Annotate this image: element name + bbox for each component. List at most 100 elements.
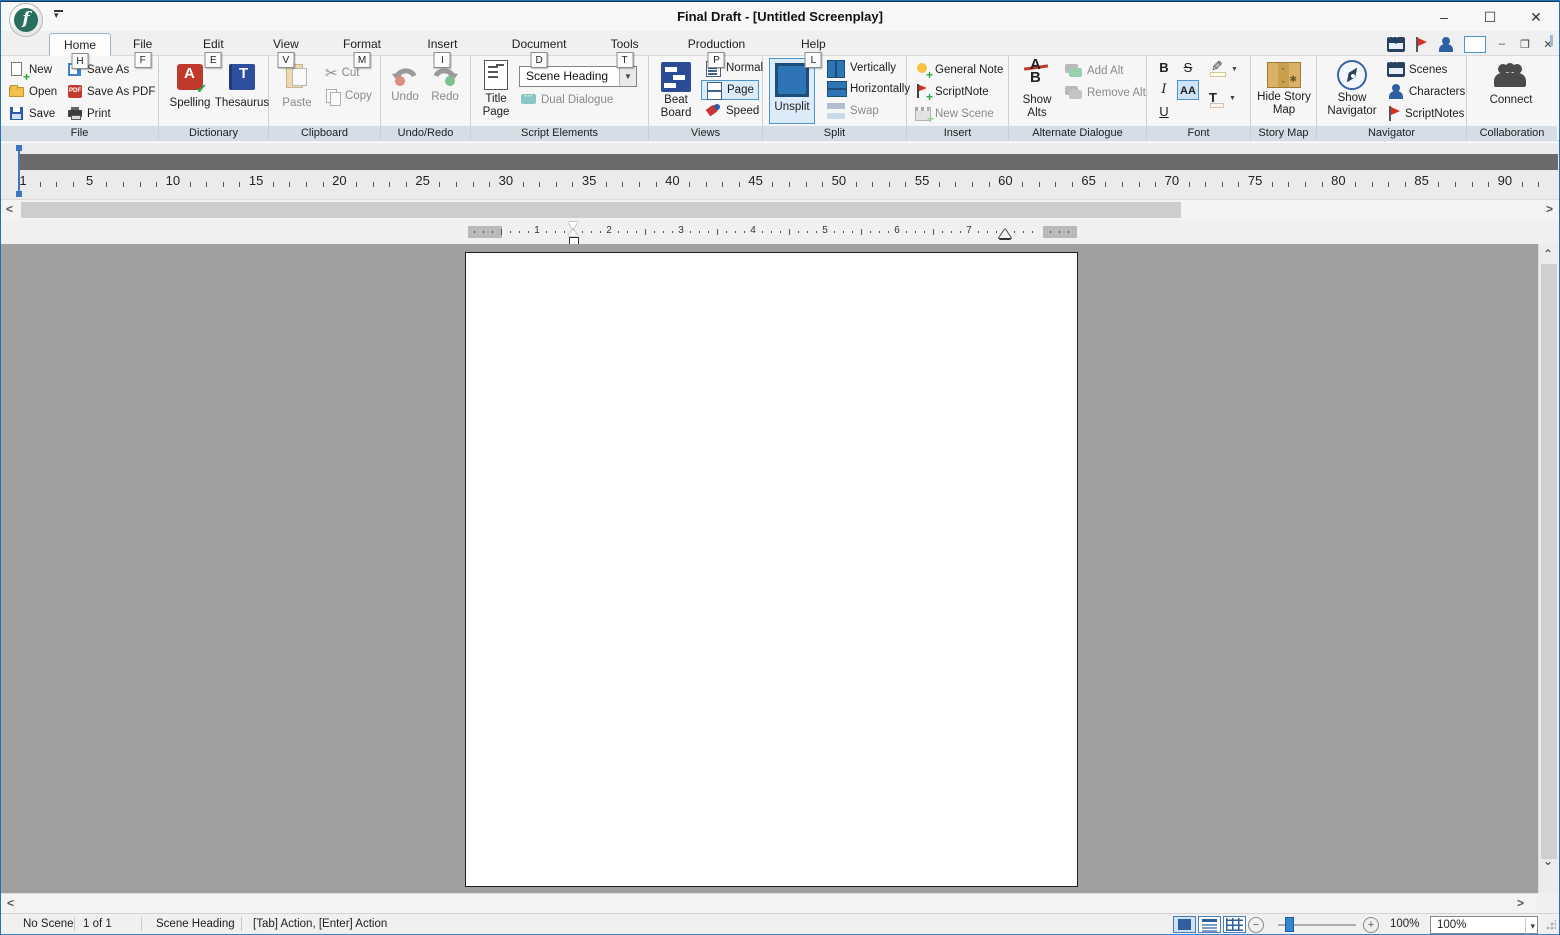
split-vertically-button[interactable]: Vertically bbox=[823, 59, 900, 78]
undo-button[interactable]: Undo bbox=[387, 64, 423, 104]
ruler-tick bbox=[405, 182, 407, 187]
open-button[interactable]: Open bbox=[9, 84, 57, 100]
navigator-scenes-button[interactable]: Scenes bbox=[1387, 57, 1447, 77]
save-as-pdf-button[interactable]: Save As PDF bbox=[67, 84, 155, 100]
right-margin-marker[interactable] bbox=[999, 229, 1011, 238]
navigator-characters-button[interactable]: Characters bbox=[1387, 84, 1465, 99]
split-horizontally-button[interactable]: Horizontally bbox=[823, 80, 914, 98]
redo-button[interactable]: Redo bbox=[427, 64, 463, 104]
speed-view-button[interactable]: Speed bbox=[701, 102, 763, 120]
tab-document[interactable]: Document D bbox=[498, 33, 581, 68]
zoom-in-button[interactable]: + bbox=[1363, 917, 1379, 933]
title-bar: Final Draft - [Untitled Screenplay] – ☐ … bbox=[1, 1, 1559, 31]
screenplay-page[interactable] bbox=[465, 252, 1078, 887]
tab-help[interactable]: Help L bbox=[787, 33, 840, 68]
vertical-scrollbar[interactable]: ⌃ ⌄ bbox=[1538, 244, 1558, 893]
connect-button[interactable]: Connect bbox=[1481, 64, 1541, 107]
page-ruler-tick bbox=[1014, 231, 1015, 233]
add-alt-button[interactable]: Add Alt bbox=[1065, 64, 1123, 78]
resize-grip[interactable] bbox=[1546, 920, 1556, 930]
scroll-up-icon[interactable]: ⌃ bbox=[1543, 247, 1553, 261]
scriptnotes-panel-icon[interactable] bbox=[1414, 36, 1428, 52]
scroll-down-icon[interactable]: ⌄ bbox=[1543, 854, 1553, 868]
tab-tools[interactable]: Tools T bbox=[597, 33, 653, 68]
quick-access-customize-icon[interactable] bbox=[53, 10, 65, 22]
tab-production[interactable]: Production P bbox=[674, 33, 759, 68]
scriptnote-button[interactable]: ScriptNote bbox=[915, 84, 989, 104]
navigator-toggle-icon[interactable] bbox=[1464, 35, 1486, 53]
text-color-button[interactable]: T ▼ bbox=[1209, 90, 1236, 108]
vertical-scrollbar-thumb[interactable] bbox=[1541, 264, 1557, 859]
zoom-level-select[interactable]: 100% bbox=[1430, 916, 1538, 934]
ruler-tick bbox=[389, 182, 391, 187]
new-scene-button[interactable]: New Scene bbox=[915, 106, 994, 126]
show-navigator-button[interactable]: Show Navigator bbox=[1321, 60, 1383, 118]
ruler-tick bbox=[888, 182, 890, 187]
caps-button[interactable]: AA bbox=[1177, 80, 1199, 100]
strikethrough-button[interactable]: S bbox=[1177, 58, 1199, 78]
bold-button[interactable]: B bbox=[1153, 58, 1175, 78]
underline-button[interactable]: U bbox=[1153, 102, 1175, 122]
page-ruler-tick bbox=[798, 231, 799, 233]
title-page-button[interactable]: Title Page bbox=[479, 60, 513, 119]
status-grid-view-button[interactable] bbox=[1223, 916, 1246, 933]
remove-alt-button[interactable]: Remove Alt bbox=[1065, 86, 1146, 100]
navigator-scriptnotes-button[interactable]: ScriptNotes bbox=[1387, 106, 1464, 121]
document-horizontal-scrollbar[interactable]: < > bbox=[1, 893, 1538, 913]
group-label-split: Split bbox=[763, 126, 906, 141]
dropdown-arrow-icon[interactable]: ▼ bbox=[1231, 66, 1238, 73]
dropdown-arrow-icon[interactable]: ▼ bbox=[1229, 95, 1236, 102]
status-normal-view-button[interactable] bbox=[1198, 916, 1221, 933]
tab-view[interactable]: View V bbox=[259, 33, 313, 68]
scroll-right-icon[interactable]: > bbox=[1546, 202, 1553, 216]
tab-insert[interactable]: Insert I bbox=[413, 33, 471, 68]
dual-dialogue-button[interactable]: Dual Dialogue bbox=[521, 91, 613, 106]
zoom-out-button[interactable]: − bbox=[1248, 917, 1264, 933]
zoom-slider-thumb[interactable] bbox=[1285, 917, 1294, 932]
tab-edit[interactable]: Edit E bbox=[189, 33, 238, 68]
show-alts-button[interactable]: AB Show Alts bbox=[1017, 57, 1057, 120]
beat-board-button[interactable]: Beat Board bbox=[655, 62, 697, 120]
ruler-tick bbox=[1404, 182, 1406, 187]
highlight-color-button[interactable]: ▼ bbox=[1209, 62, 1238, 77]
paste-button[interactable]: Paste bbox=[275, 62, 319, 110]
ruler-tick bbox=[106, 182, 108, 187]
cursor-position-marker[interactable] bbox=[16, 145, 22, 197]
print-button[interactable]: Print bbox=[67, 106, 111, 122]
italic-button[interactable]: I bbox=[1153, 80, 1175, 100]
tab-format[interactable]: Format M bbox=[329, 33, 395, 68]
spelling-button[interactable]: Spelling bbox=[165, 64, 215, 110]
tab-home[interactable]: Home H bbox=[49, 33, 112, 69]
status-page-view-button[interactable] bbox=[1173, 916, 1196, 933]
element-style-dropdown[interactable]: Scene Heading ▼ bbox=[519, 66, 637, 87]
characters-panel-icon[interactable] bbox=[1437, 36, 1455, 52]
document-restore-button[interactable]: ❐ bbox=[1518, 38, 1532, 51]
ruler-horizontal-scrollbar[interactable]: < > bbox=[1, 199, 1559, 220]
scroll-right-icon[interactable]: > bbox=[1517, 896, 1524, 910]
page-ruler-tick bbox=[564, 231, 565, 233]
status-current-element: Scene Heading bbox=[156, 918, 235, 930]
dropdown-arrow-icon[interactable]: ▼ bbox=[619, 67, 636, 86]
group-label-clipboard: Clipboard bbox=[269, 126, 380, 141]
swap-icon bbox=[827, 103, 845, 119]
document-minimize-button[interactable]: – bbox=[1495, 38, 1509, 50]
window-maximize-button[interactable]: ☐ bbox=[1467, 2, 1513, 32]
save-button[interactable]: Save bbox=[9, 106, 55, 122]
tab-file[interactable]: File F bbox=[119, 33, 166, 68]
scroll-left-icon[interactable]: < bbox=[7, 896, 14, 910]
indent-marker[interactable] bbox=[568, 222, 579, 245]
general-note-button[interactable]: General Note bbox=[915, 62, 1003, 82]
thesaurus-button[interactable]: Thesaurus bbox=[211, 64, 273, 110]
window-minimize-button[interactable]: – bbox=[1421, 2, 1467, 32]
new-scene-icon bbox=[915, 106, 934, 126]
page-ruler-tick bbox=[654, 231, 655, 233]
swap-button[interactable]: Swap bbox=[823, 102, 883, 120]
ruler-scrollbar-thumb[interactable] bbox=[21, 202, 1181, 218]
window-close-button[interactable]: ✕ bbox=[1513, 2, 1559, 32]
page-view-button[interactable]: Page bbox=[701, 80, 759, 100]
hide-story-map-button[interactable]: Hide Story Map bbox=[1255, 62, 1313, 117]
copy-button[interactable]: Copy bbox=[325, 88, 372, 106]
final-draft-logo-icon[interactable]: f bbox=[9, 3, 43, 37]
new-button[interactable]: New bbox=[9, 62, 52, 84]
scroll-left-icon[interactable]: < bbox=[6, 202, 13, 216]
